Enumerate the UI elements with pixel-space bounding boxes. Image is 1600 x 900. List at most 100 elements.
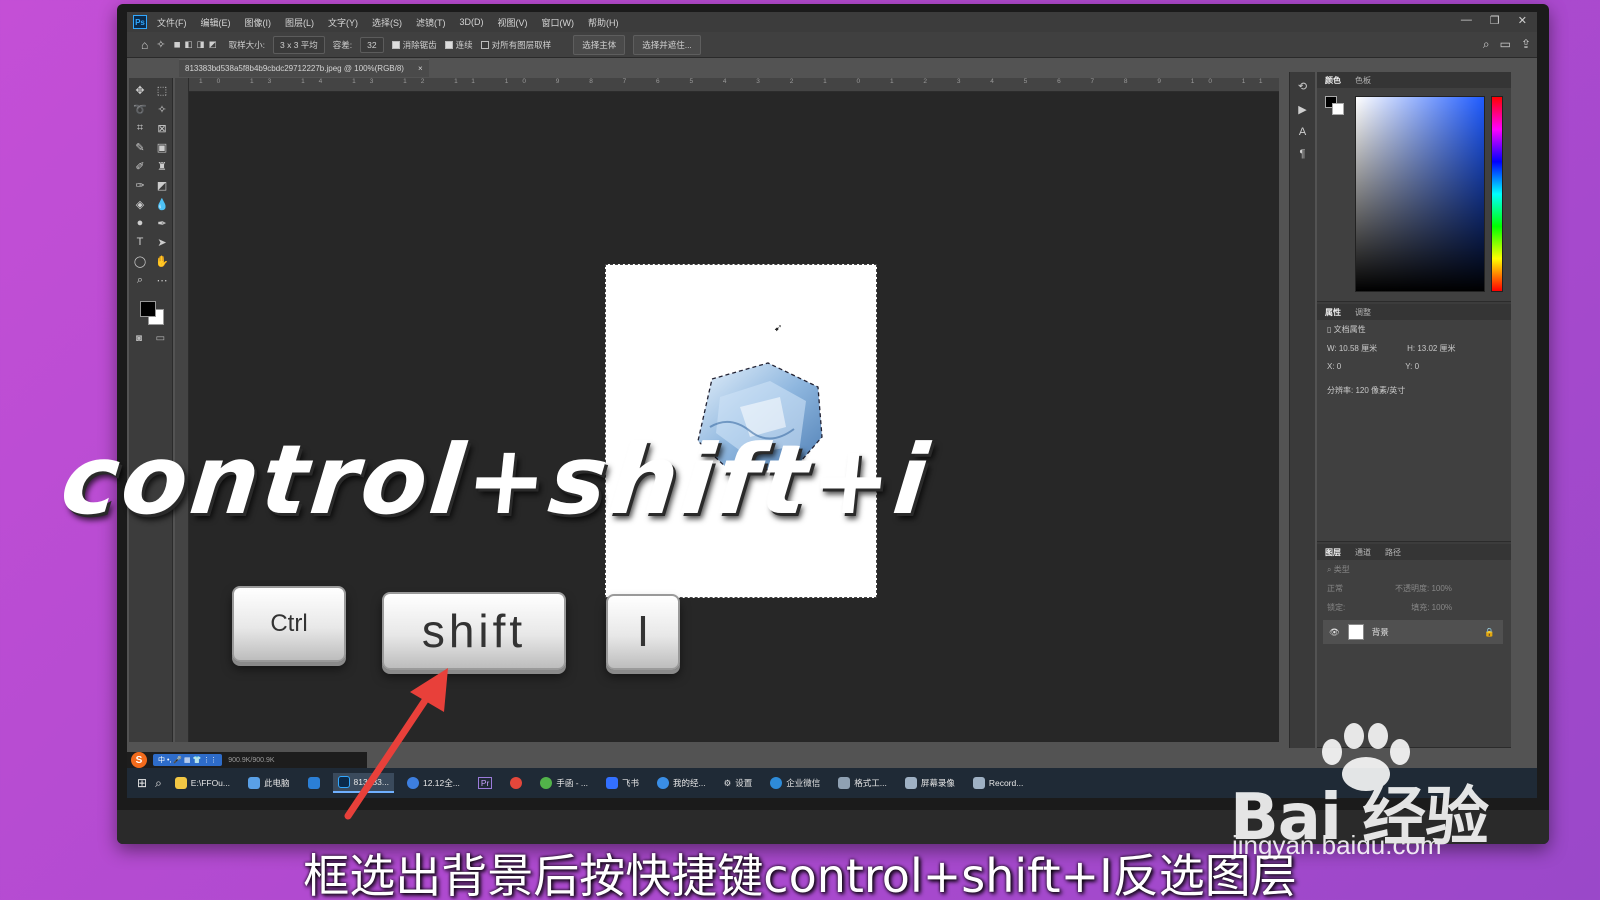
tab-close-icon[interactable]: × bbox=[418, 64, 423, 73]
hand-tool-icon[interactable]: ✋ bbox=[155, 255, 169, 268]
task-this-pc[interactable]: 此电脑 bbox=[243, 774, 295, 792]
color-swatches[interactable] bbox=[136, 297, 166, 327]
layer-row-background[interactable]: 👁 背景 🔒 bbox=[1323, 620, 1503, 644]
height-value[interactable]: H: 13.02 厘米 bbox=[1407, 344, 1455, 353]
color-picker-field[interactable] bbox=[1355, 96, 1485, 292]
workspace-icon[interactable]: ▭ bbox=[1500, 37, 1511, 52]
menu-help[interactable]: 帮助(H) bbox=[588, 16, 619, 29]
history-icon[interactable]: ⟲ bbox=[1298, 80, 1307, 93]
task-chrome[interactable] bbox=[505, 774, 527, 792]
menu-select[interactable]: 选择(S) bbox=[372, 16, 402, 29]
select-subject-button[interactable]: 选择主体 bbox=[573, 34, 626, 55]
width-value[interactable]: W: 10.58 厘米 bbox=[1327, 344, 1377, 353]
blur-tool-icon[interactable]: 💧 bbox=[155, 198, 169, 211]
path-select-icon[interactable]: ➤ bbox=[157, 236, 166, 249]
task-settings[interactable]: ⚙ 设置 bbox=[719, 774, 758, 792]
magic-wand-icon[interactable]: ✧ bbox=[157, 103, 166, 116]
task-feishu[interactable]: 飞书 bbox=[601, 774, 644, 792]
hue-slider[interactable] bbox=[1491, 96, 1503, 292]
eraser-tool-icon[interactable]: ◩ bbox=[157, 179, 167, 192]
quick-mask-icon[interactable]: ◙ bbox=[136, 333, 142, 344]
crop-tool-icon[interactable]: ⌗ bbox=[137, 122, 143, 135]
task-record[interactable]: Record... bbox=[968, 774, 1029, 792]
minimize-icon[interactable]: — bbox=[1461, 14, 1472, 27]
ime-toolbar[interactable]: 中 •, 🎤 ▦ 👕 ⋮⋮ bbox=[153, 754, 223, 766]
opacity-value[interactable]: 不透明度: 100% bbox=[1395, 584, 1452, 593]
sample-all-checkbox[interactable]: 对所有图层取样 bbox=[480, 39, 551, 51]
tab-channels[interactable]: 通道 bbox=[1355, 547, 1371, 558]
task-format-tool[interactable]: 格式工... bbox=[833, 774, 892, 792]
paragraph-icon[interactable]: ¶ bbox=[1300, 148, 1306, 160]
pen-tool-icon[interactable]: ✒ bbox=[157, 217, 166, 230]
brush-tool-icon[interactable]: ✐ bbox=[135, 160, 144, 173]
y-value[interactable]: Y: 0 bbox=[1405, 362, 1419, 371]
type-tool-icon[interactable]: T bbox=[137, 236, 144, 249]
eye-icon[interactable]: 👁 bbox=[1329, 627, 1340, 638]
tab-color[interactable]: 颜色 bbox=[1325, 75, 1341, 86]
screen-mode-icon[interactable]: ▭ bbox=[156, 333, 165, 344]
windows-start-icon[interactable]: ⊞ bbox=[137, 776, 147, 790]
menu-layer[interactable]: 图层(L) bbox=[285, 16, 314, 29]
task-wecom[interactable]: 企业微信 bbox=[765, 774, 825, 792]
foreground-color[interactable] bbox=[139, 301, 156, 317]
color-panel-swatch[interactable] bbox=[1325, 96, 1345, 116]
move-tool-icon[interactable]: ✥ bbox=[135, 84, 144, 97]
stamp-tool-icon[interactable]: ♜ bbox=[157, 160, 167, 173]
paint-bucket-icon[interactable]: ◈ bbox=[136, 198, 144, 211]
tab-adjustments[interactable]: 调整 bbox=[1355, 307, 1371, 318]
document-tab[interactable]: 813383bd538a5f8b4b9cbdc29712227b.jpeg @ … bbox=[179, 59, 429, 77]
menu-image[interactable]: 图像(I) bbox=[245, 16, 272, 29]
close-icon[interactable]: ✕ bbox=[1518, 14, 1527, 27]
layer-filter[interactable]: ⌕ 类型 bbox=[1317, 560, 1511, 579]
frame-tool-icon[interactable]: ⊠ bbox=[157, 122, 166, 135]
menu-edit[interactable]: 编辑(E) bbox=[201, 16, 231, 29]
share-icon[interactable]: ⇪ bbox=[1521, 37, 1531, 52]
menu-3d[interactable]: 3D(D) bbox=[460, 17, 484, 27]
history-brush-icon[interactable]: ✑ bbox=[135, 179, 144, 192]
search-icon[interactable]: ⌕ bbox=[155, 776, 162, 791]
tab-layers[interactable]: 图层 bbox=[1325, 547, 1341, 558]
task-my-experience[interactable]: 我的经... bbox=[652, 774, 711, 792]
task-explorer-folder[interactable]: E:\FFOu... bbox=[170, 774, 235, 792]
actions-play-icon[interactable]: ▶ bbox=[1298, 103, 1306, 116]
ime-menu-icon[interactable]: ⋮⋮ bbox=[203, 757, 217, 764]
marquee-tool-icon[interactable]: ⬚ bbox=[157, 84, 167, 97]
tab-swatches[interactable]: 色板 bbox=[1355, 75, 1371, 86]
sample-size-select[interactable]: 3 x 3 平均 bbox=[273, 35, 325, 54]
fill-value[interactable]: 填充: 100% bbox=[1411, 603, 1452, 612]
task-blue-app[interactable] bbox=[303, 774, 325, 792]
magic-wand-tool-icon[interactable]: ✧ bbox=[156, 38, 165, 51]
x-value[interactable]: X: 0 bbox=[1327, 362, 1341, 371]
menu-file[interactable]: 文件(F) bbox=[157, 16, 187, 29]
eyedropper-tool-icon[interactable]: ✎ bbox=[135, 141, 144, 154]
search-icon[interactable]: ⌕ bbox=[1483, 37, 1490, 52]
ellipse-tool-icon[interactable]: ◯ bbox=[134, 255, 146, 268]
more-tools-icon[interactable]: ⋯ bbox=[157, 274, 168, 287]
task-premiere[interactable]: Pr bbox=[473, 774, 498, 792]
selection-mode-icons[interactable]: ◼◧◨◩ bbox=[173, 39, 220, 50]
ime-skin-icon[interactable]: 👕 bbox=[193, 757, 202, 764]
lasso-tool-icon[interactable]: ➰ bbox=[133, 103, 147, 116]
canvas-area[interactable]: ➹ bbox=[189, 92, 1279, 742]
task-screen-record[interactable]: 屏幕录像 bbox=[900, 774, 960, 792]
tab-properties[interactable]: 属性 bbox=[1325, 307, 1341, 318]
ime-punct[interactable]: •, bbox=[167, 757, 171, 764]
menu-window[interactable]: 窗口(W) bbox=[542, 16, 575, 29]
zoom-tool-icon[interactable]: ⌕ bbox=[137, 274, 143, 287]
blend-mode-select[interactable]: 正常 bbox=[1327, 584, 1343, 593]
anti-alias-checkbox[interactable]: 消除锯齿 bbox=[391, 39, 437, 51]
task-wechat-work[interactable]: 手函 - ... bbox=[535, 774, 593, 792]
ime-keyboard-icon[interactable]: ▦ bbox=[184, 757, 191, 764]
dodge-tool-icon[interactable]: ● bbox=[137, 217, 144, 230]
ime-voice-icon[interactable]: 🎤 bbox=[173, 757, 182, 764]
menu-filter[interactable]: 滤镜(T) bbox=[416, 16, 446, 29]
tab-paths[interactable]: 路径 bbox=[1385, 547, 1401, 558]
contiguous-checkbox[interactable]: 连续 bbox=[444, 39, 473, 51]
tolerance-input[interactable]: 32 bbox=[360, 36, 384, 53]
menu-type[interactable]: 文字(Y) bbox=[328, 16, 358, 29]
menu-view[interactable]: 视图(V) bbox=[498, 16, 528, 29]
restore-icon[interactable]: ❐ bbox=[1490, 14, 1500, 27]
sogou-ime-icon[interactable]: S bbox=[131, 752, 147, 768]
ime-mode[interactable]: 中 bbox=[158, 757, 165, 764]
character-icon[interactable]: A bbox=[1299, 126, 1306, 138]
